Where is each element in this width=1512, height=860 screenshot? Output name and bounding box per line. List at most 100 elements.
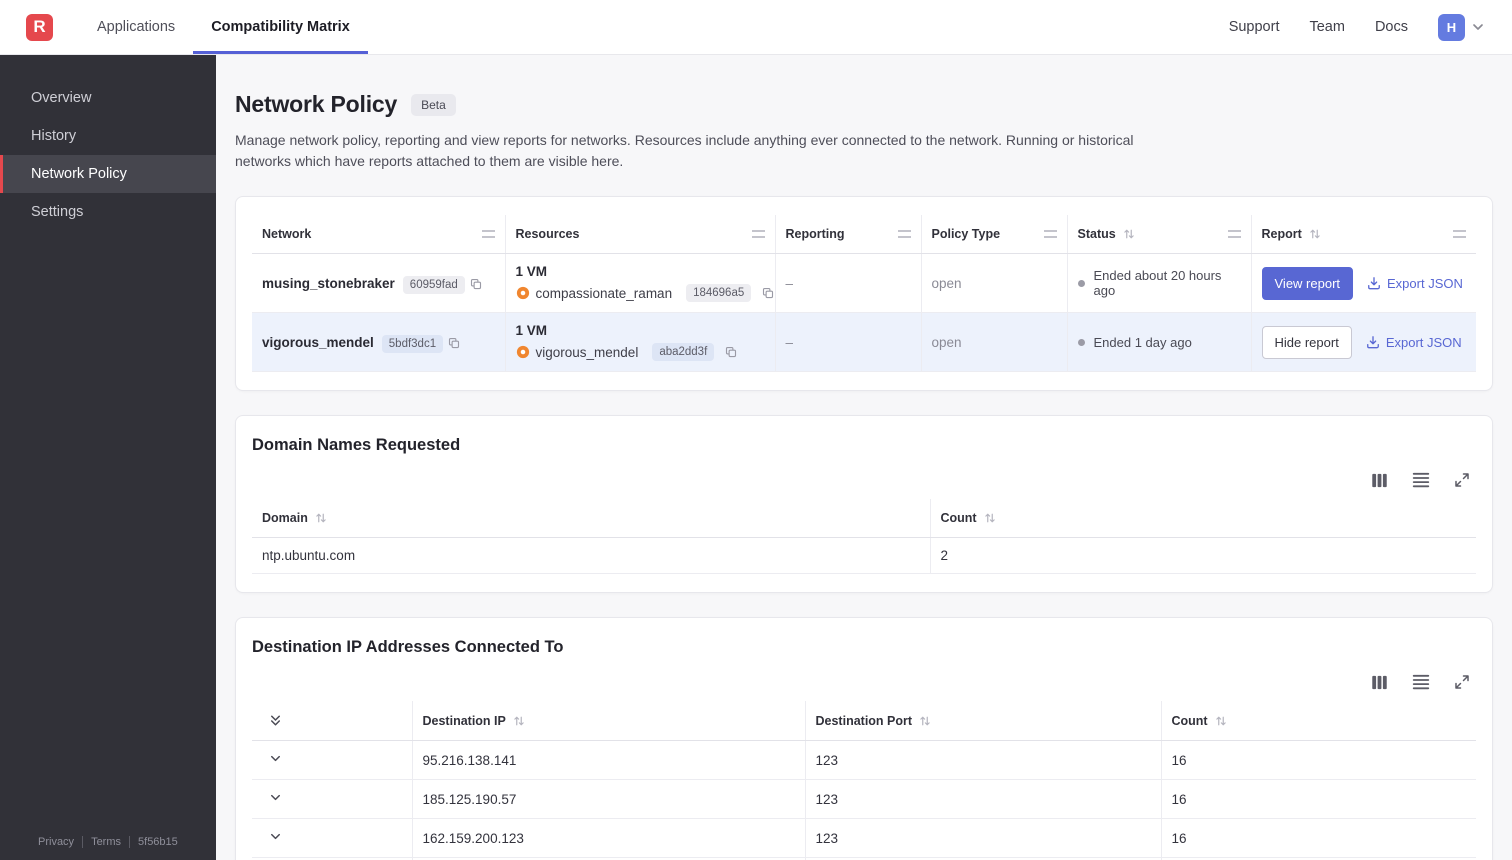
avatar[interactable]: H: [1438, 13, 1465, 41]
domain-row: ntp.ubuntu.com 2: [252, 537, 1476, 574]
build-version: 5f56b15: [129, 836, 186, 848]
column-label: Destination Port: [815, 713, 913, 728]
column-header-policy-type: Policy Type: [920, 215, 1067, 254]
column-header-reporting: Reporting: [774, 215, 921, 254]
sort-icon[interactable]: [315, 512, 327, 524]
sort-icon[interactable]: [1309, 228, 1321, 240]
network-row[interactable]: vigorous_mendel 5bdf3dc1 1 VM vigorous_me…: [252, 312, 1476, 372]
nav-docs[interactable]: Docs: [1375, 19, 1408, 35]
copy-icon[interactable]: [762, 287, 774, 299]
column-header-resources: Resources: [504, 215, 775, 254]
columns-icon[interactable]: [1371, 472, 1388, 489]
page-title: Network Policy: [235, 91, 398, 117]
sidebar-item-settings[interactable]: Settings: [0, 193, 216, 231]
row-density-icon[interactable]: [1412, 471, 1430, 489]
copy-icon[interactable]: [725, 346, 737, 358]
resource-name: compassionate_raman: [535, 285, 673, 301]
domains-card-title: Domain Names Requested: [252, 436, 461, 454]
destinations-card-title: Destination IP Addresses Connected To: [252, 638, 564, 656]
row-expand-chevron-icon[interactable]: [268, 829, 283, 844]
reporting-value: –: [774, 312, 921, 372]
column-resize-handle[interactable]: [1227, 230, 1241, 238]
page-description: Manage network policy, reporting and vie…: [235, 132, 1134, 169]
column-resize-handle[interactable]: [1043, 230, 1057, 238]
beta-badge: Beta: [411, 93, 456, 116]
app-logo[interactable]: R: [26, 13, 53, 41]
export-json-button[interactable]: Export JSON: [1366, 335, 1462, 350]
top-navigation: Applications Compatibility Matrix: [79, 0, 368, 54]
sort-icon[interactable]: [1215, 715, 1227, 727]
domain-value: ntp.ubuntu.com: [252, 537, 930, 574]
column-resize-handle[interactable]: [751, 230, 765, 238]
destinations-card: Destination IP Addresses Connected To De…: [235, 617, 1493, 860]
destination-port-value: 123: [804, 818, 1161, 858]
column-header-domain[interactable]: Domain: [252, 499, 930, 538]
copy-icon[interactable]: [470, 278, 482, 290]
sort-icon[interactable]: [1123, 228, 1135, 240]
export-json-button[interactable]: Export JSON: [1367, 276, 1463, 291]
nav-team[interactable]: Team: [1309, 19, 1344, 35]
sidebar-item-network-policy[interactable]: Network Policy: [0, 155, 216, 193]
destination-row: 95.216.138.141 123 16: [252, 740, 1476, 780]
column-label: Count: [1171, 713, 1208, 728]
export-json-label: Export JSON: [1387, 275, 1463, 291]
destination-ip-value: 95.216.138.141: [411, 740, 805, 780]
reporting-value: –: [774, 253, 921, 313]
column-resize-handle[interactable]: [897, 230, 911, 238]
destination-port-value: 123: [804, 779, 1161, 819]
row-expand-chevron-icon[interactable]: [268, 790, 283, 805]
terms-link[interactable]: Terms: [82, 836, 129, 848]
download-icon: [1366, 335, 1380, 349]
sort-icon[interactable]: [919, 715, 931, 727]
sidebar-item-history[interactable]: History: [0, 117, 216, 155]
column-header-count[interactable]: Count: [1160, 701, 1476, 741]
vm-count: 1 VM: [515, 264, 548, 279]
vm-count: 1 VM: [515, 323, 548, 338]
copy-icon[interactable]: [448, 337, 460, 349]
networks-card: Network Resources Reporting Policy Type …: [235, 196, 1493, 391]
domains-card: Domain Names Requested Domain Count ntp.…: [235, 415, 1493, 593]
view-report-button[interactable]: View report: [1261, 266, 1354, 300]
nav-support[interactable]: Support: [1229, 19, 1280, 35]
nav-compatibility-matrix[interactable]: Compatibility Matrix: [193, 0, 368, 54]
column-label: Resources: [515, 227, 580, 241]
page-header: Network Policy Beta Manage network polic…: [235, 91, 1493, 172]
status-dot: [1077, 338, 1085, 346]
sidebar-item-overview[interactable]: Overview: [0, 79, 216, 117]
hide-report-button[interactable]: Hide report: [1261, 325, 1352, 359]
export-json-label: Export JSON: [1385, 334, 1462, 350]
sort-icon[interactable]: [984, 512, 996, 524]
column-header-destination-ip[interactable]: Destination IP: [411, 701, 805, 741]
user-menu[interactable]: H: [1438, 13, 1486, 41]
columns-icon[interactable]: [1371, 674, 1388, 691]
nav-applications[interactable]: Applications: [79, 0, 193, 54]
count-value: 16: [1160, 740, 1476, 780]
sort-icon[interactable]: [513, 715, 525, 727]
column-label: Policy Type: [931, 227, 1001, 241]
resource-name: vigorous_mendel: [535, 344, 639, 360]
network-row[interactable]: musing_stonebraker 60959fad 1 VM compassi…: [252, 253, 1476, 313]
column-label: Count: [940, 511, 977, 525]
destination-ip-value: 185.125.190.57: [411, 779, 805, 819]
column-label: Network: [262, 227, 312, 241]
network-id-chip: 60959fad: [402, 275, 465, 294]
double-chevron-down-icon[interactable]: [268, 713, 402, 728]
expand-icon[interactable]: [1454, 472, 1470, 488]
column-resize-handle[interactable]: [1453, 230, 1466, 238]
privacy-link[interactable]: Privacy: [38, 836, 82, 848]
column-header-destination-port[interactable]: Destination Port: [804, 701, 1161, 741]
row-density-icon[interactable]: [1412, 673, 1430, 691]
network-name: vigorous_mendel: [262, 334, 374, 350]
row-expand-chevron-icon[interactable]: [268, 751, 283, 766]
sidebar: Overview History Network Policy Settings…: [0, 55, 216, 860]
destination-row: 185.125.190.57 123 16: [252, 779, 1476, 819]
resource-icon: [516, 345, 530, 359]
topbar: R Applications Compatibility Matrix Supp…: [0, 0, 1512, 55]
networks-table: Network Resources Reporting Policy Type …: [252, 215, 1476, 372]
expand-all-header[interactable]: [252, 701, 412, 741]
column-label: Domain: [262, 511, 308, 525]
column-header-count[interactable]: Count: [929, 499, 1476, 538]
column-resize-handle[interactable]: [481, 230, 495, 238]
main-content: Network Policy Beta Manage network polic…: [216, 55, 1512, 860]
expand-icon[interactable]: [1454, 674, 1470, 690]
